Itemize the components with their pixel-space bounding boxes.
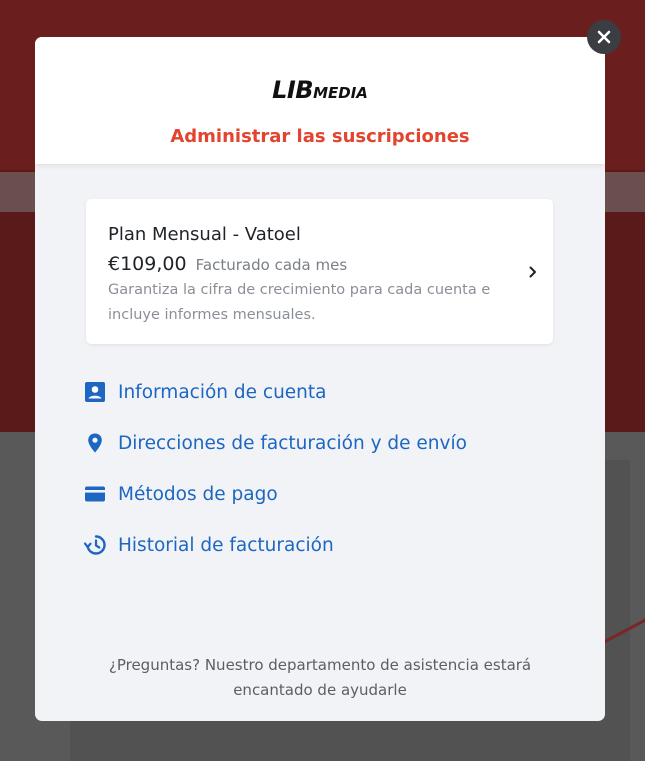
payment-methods-label: Métodos de pago — [118, 483, 278, 505]
account-info-label: Información de cuenta — [118, 381, 327, 403]
modal-title: Administrar las suscripciones — [170, 126, 470, 147]
payment-methods-link[interactable]: Métodos de pago — [83, 479, 278, 509]
close-icon — [597, 30, 611, 44]
billing-history-link[interactable]: Historial de facturación — [83, 530, 334, 560]
subscription-modal: LIBMEDIA Administrar las suscripciones P… — [35, 37, 605, 721]
plan-card[interactable]: Plan Mensual - Vatoel €109,00 Facturado … — [86, 199, 553, 344]
plan-price: €109,00 — [108, 253, 187, 275]
history-icon — [83, 533, 107, 557]
billing-shipping-addresses-label: Direcciones de facturación y de envío — [118, 432, 467, 454]
plan-price-row: €109,00 Facturado cada mes — [108, 252, 347, 277]
plan-name: Plan Mensual - Vatoel — [108, 224, 301, 245]
account-info-link[interactable]: Información de cuenta — [83, 377, 327, 407]
location-pin-icon — [83, 431, 107, 455]
close-button[interactable] — [587, 20, 621, 54]
support-footer-text: ¿Preguntas? Nuestro departamento de asis… — [108, 656, 532, 699]
logo-lib: LIB — [272, 76, 314, 104]
brand-logo: LIBMEDIA — [35, 77, 605, 106]
logo-media: MEDIA — [313, 84, 368, 102]
modal-header: LIBMEDIA Administrar las suscripciones — [35, 37, 605, 165]
chevron-right-icon — [526, 264, 540, 278]
credit-card-icon — [83, 482, 107, 506]
billing-shipping-addresses-link[interactable]: Direcciones de facturación y de envío — [83, 428, 467, 458]
plan-description: Garantiza la cifra de crecimiento para c… — [108, 282, 491, 323]
plan-billing-frequency: Facturado cada mes — [195, 256, 348, 274]
billing-history-label: Historial de facturación — [118, 534, 334, 556]
account-box-icon — [83, 380, 107, 404]
